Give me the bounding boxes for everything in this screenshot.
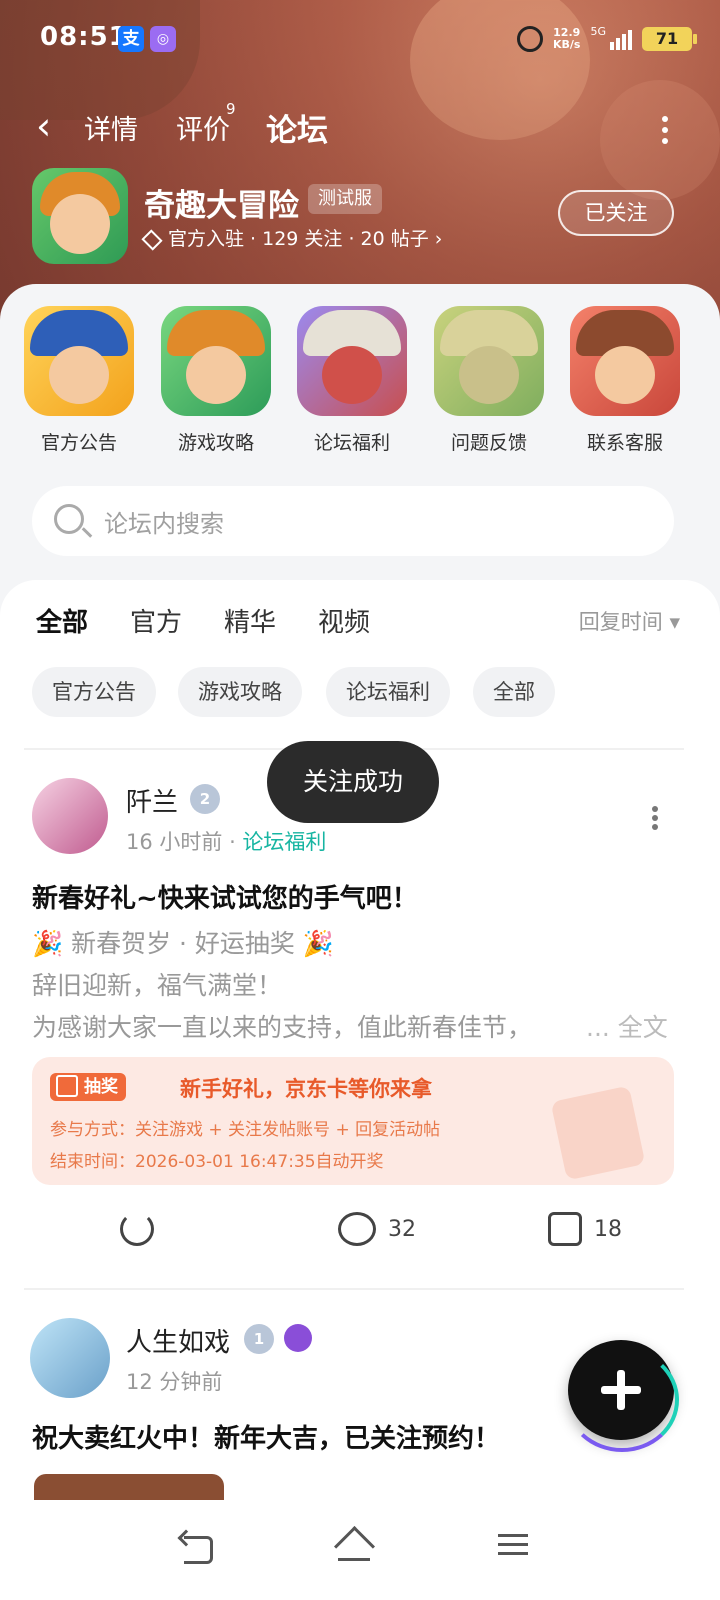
share-icon — [120, 1212, 154, 1246]
post-meta: 12 分钟前 — [126, 1370, 223, 1394]
verified-diamond-icon — [141, 228, 163, 251]
read-more-link[interactable]: ... 全文 — [586, 1008, 668, 1044]
post-meta: 16 小时前 · 论坛福利 — [126, 830, 327, 854]
back-icon[interactable]: ‹ — [36, 107, 66, 148]
status-time: 08:51 — [40, 22, 128, 52]
quick-link-support[interactable]: 联系客服 — [570, 306, 680, 455]
status-bar: 08:51 支 ◎ 12.9 KB/s 5G 71 — [0, 0, 720, 76]
guides-icon — [161, 306, 271, 416]
quick-link-feedback[interactable]: 问题反馈 — [434, 306, 544, 455]
follow-button[interactable]: 已关注 — [558, 190, 674, 236]
lottery-title: 新手好礼，京东卡等你来拿 — [180, 1077, 432, 1101]
share-button[interactable] — [120, 1212, 154, 1246]
test-server-badge: 测试服 — [308, 184, 382, 214]
post-author[interactable]: 人生如戏 — [126, 1322, 230, 1359]
system-nav-bar — [0, 1500, 720, 1600]
toast-message: 关注成功 — [267, 741, 439, 823]
filter-chip-all[interactable]: 全部 — [473, 667, 555, 717]
post-tag[interactable]: 论坛福利 — [242, 830, 326, 854]
tab-all[interactable]: 全部 — [36, 602, 88, 639]
game-meta[interactable]: 官方入驻 · 129 关注 · 20 帖子 › — [141, 224, 442, 251]
quick-link-guides[interactable]: 游戏攻略 — [161, 306, 271, 455]
divider — [24, 1288, 684, 1290]
post-title[interactable]: 新春好礼~快来试试您的手气吧！ — [32, 878, 418, 915]
search-icon — [54, 504, 84, 534]
post-body-line: 为感谢大家一直以来的支持，值此新春佳节， — [32, 1013, 533, 1042]
lottery-card[interactable]: 抽奖 新手好礼，京东卡等你来拿 参与方式：关注游戏 + 关注发帖账号 + 回复活… — [32, 1057, 674, 1185]
alipay-icon: 支 — [118, 26, 144, 52]
purple-potion-icon — [284, 1324, 312, 1352]
filter-chip-guides[interactable]: 游戏攻略 — [178, 667, 302, 717]
comment-icon — [338, 1212, 376, 1246]
tab-official[interactable]: 官方 — [130, 602, 182, 639]
game-icon[interactable] — [32, 168, 128, 264]
create-post-button[interactable] — [565, 1340, 679, 1452]
signal-icon — [610, 28, 632, 50]
game-title: 奇趣大冒险 — [144, 188, 299, 224]
thumbs-up-icon — [548, 1212, 582, 1246]
gift-icon — [56, 1075, 78, 1097]
tab-details[interactable]: 详情 — [84, 108, 138, 147]
post-body-line: 🎉 新春贺岁 · 好运抽奖 🎉 — [32, 929, 334, 958]
announcements-icon — [24, 306, 134, 416]
tab-forum[interactable]: 论坛 — [262, 105, 332, 150]
post-actions: 32 18 — [0, 1212, 720, 1262]
menu-icon[interactable] — [494, 1528, 534, 1568]
comment-count: 32 — [388, 1216, 416, 1242]
network-speed: 12.9 KB/s — [552, 26, 581, 51]
network-type: 5G — [590, 24, 606, 38]
like-count: 18 — [594, 1216, 622, 1242]
like-button[interactable]: 18 — [548, 1212, 622, 1246]
filter-chip-announcements[interactable]: 官方公告 — [32, 667, 156, 717]
quick-link-benefits[interactable]: 论坛福利 — [297, 306, 407, 455]
avatar[interactable] — [32, 778, 108, 854]
alarm-icon — [516, 26, 543, 52]
support-icon — [570, 306, 680, 416]
tab-reviews[interactable]: 评价 — [176, 108, 230, 147]
search-input[interactable]: 论坛内搜索 — [32, 486, 674, 556]
tab-video[interactable]: 视频 — [318, 602, 370, 639]
sort-dropdown[interactable]: 回复时间 ▾ — [579, 606, 680, 636]
benefits-icon — [297, 306, 407, 416]
lottery-end-time: 结束时间：2026-03-01 16:47:35自动开奖 — [50, 1152, 384, 1172]
filter-chip-benefits[interactable]: 论坛福利 — [326, 667, 450, 717]
top-nav: ‹ 详情 评价 9 论坛 — [0, 100, 720, 156]
quick-link-announcements[interactable]: 官方公告 — [24, 306, 134, 455]
post-author[interactable]: 阡兰 — [126, 782, 178, 819]
feedback-icon — [434, 306, 544, 416]
gift-icon — [550, 1085, 646, 1181]
home-icon[interactable] — [334, 1528, 374, 1568]
user-level-badge: 2 — [190, 784, 220, 814]
avatar[interactable] — [30, 1318, 110, 1398]
post-title[interactable]: 祝大卖红火中！新年大吉，已关注预约！ — [32, 1418, 500, 1455]
reviews-count-badge: 9 — [226, 100, 236, 118]
lottery-rule: 参与方式：关注游戏 + 关注发帖账号 + 回复活动帖 — [50, 1120, 441, 1140]
user-level-badge: 1 — [244, 1324, 274, 1354]
battery-indicator: 71 — [642, 27, 697, 51]
post-more-icon[interactable] — [652, 806, 658, 830]
comment-button[interactable]: 32 — [338, 1212, 416, 1246]
purple-app-icon: ◎ — [150, 26, 176, 52]
back-icon[interactable] — [178, 1528, 218, 1568]
tab-featured[interactable]: 精华 — [224, 602, 276, 639]
more-options-icon[interactable] — [662, 116, 670, 146]
post-body-line: 辞旧迎新，福气满堂！ — [32, 971, 283, 1000]
